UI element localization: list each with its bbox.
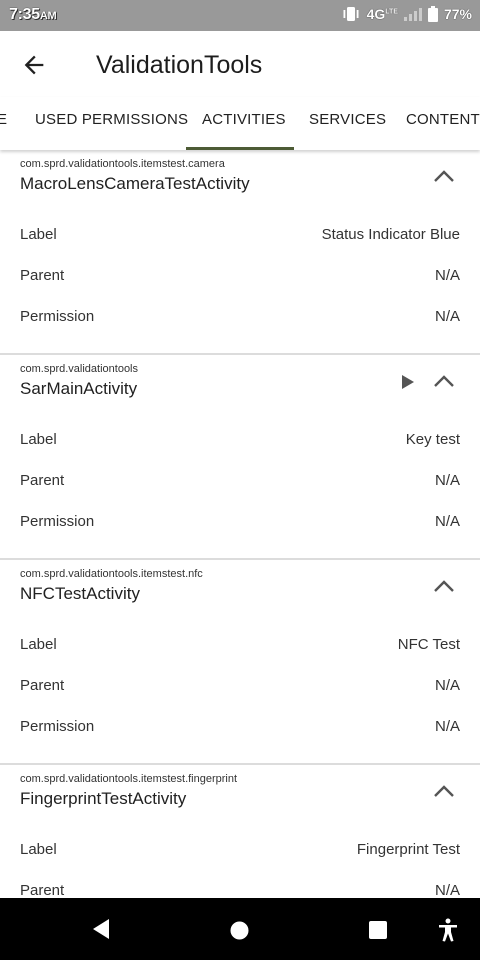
vibrate-icon xyxy=(343,7,359,21)
tab-activities[interactable]: ACTIVITIES xyxy=(202,111,286,128)
detail-value: Status Indicator Blue xyxy=(321,226,460,243)
status-time: 7:35AM xyxy=(9,6,57,24)
activity-card: com.sprd.validationtools.itemstest.camer… xyxy=(0,150,480,355)
detail-row-label: Label NFC Test xyxy=(20,636,460,656)
detail-key: Label xyxy=(20,431,57,448)
detail-key: Parent xyxy=(20,267,65,284)
tab-indicator xyxy=(186,147,294,150)
collapse-chevron-icon[interactable] xyxy=(432,374,456,388)
detail-row-parent: Parent N/A xyxy=(20,677,460,697)
activity-package: com.sprd.validationtools.itemstest.finge… xyxy=(20,773,238,785)
status-icons: 4GLTE 77% xyxy=(341,6,472,22)
battery-icon xyxy=(427,6,438,22)
status-time-ampm: AM xyxy=(39,10,57,22)
detail-value: NFC Test xyxy=(397,636,460,653)
detail-key: Permission xyxy=(20,718,95,735)
activity-card: com.sprd.validationtools.itemstest.finge… xyxy=(0,765,480,898)
detail-key: Label xyxy=(20,636,57,653)
activity-package: com.sprd.validationtools.itemstest.nfc xyxy=(20,568,203,580)
accessibility-icon[interactable] xyxy=(437,918,459,942)
detail-row-parent: Parent N/A xyxy=(20,267,460,287)
detail-key: Parent xyxy=(20,472,65,489)
detail-value: N/A xyxy=(434,267,460,284)
signal-icon xyxy=(403,8,422,21)
detail-value: N/A xyxy=(434,513,460,530)
network-type: 4GLTE xyxy=(367,6,398,22)
tab-services[interactable]: SERVICES xyxy=(309,111,386,128)
nav-recents-icon[interactable] xyxy=(368,920,388,940)
detail-row-label: Label Key test xyxy=(20,431,460,451)
nav-home-icon[interactable] xyxy=(230,921,249,940)
collapse-chevron-icon[interactable] xyxy=(432,169,456,183)
detail-value: N/A xyxy=(434,718,460,735)
detail-value: N/A xyxy=(434,472,460,489)
tab-used-permissions[interactable]: USED PERMISSIONS xyxy=(35,111,188,128)
detail-key: Permission xyxy=(20,513,95,530)
network-type-label: 4G xyxy=(366,6,386,22)
activity-name: FingerprintTestActivity xyxy=(20,789,187,808)
activity-package: com.sprd.validationtools.itemstest.camer… xyxy=(20,158,225,170)
navigation-bar xyxy=(0,898,480,960)
activity-name: MacroLensCameraTestActivity xyxy=(20,174,250,193)
tab-content-providers[interactable]: CONTENT P xyxy=(406,111,480,128)
activity-package: com.sprd.validationtools xyxy=(20,363,139,375)
page-title: ValidationTools xyxy=(96,51,263,79)
detail-row-permission: Permission N/A xyxy=(20,513,460,533)
status-time-value: 7:35 xyxy=(9,6,40,23)
tab-partial-left[interactable]: E xyxy=(0,111,7,128)
nav-back-icon[interactable] xyxy=(91,917,111,941)
collapse-chevron-icon[interactable] xyxy=(432,784,456,798)
detail-row-parent: Parent N/A xyxy=(20,882,460,898)
activity-name: SarMainActivity xyxy=(20,379,138,398)
activities-list[interactable]: com.sprd.validationtools.itemstest.camer… xyxy=(0,150,480,898)
detail-value: N/A xyxy=(434,308,460,325)
battery-percent: 77% xyxy=(443,6,472,22)
detail-row-parent: Parent N/A xyxy=(20,472,460,492)
status-bar: 7:35AM 4GLTE 77% xyxy=(0,0,480,31)
detail-value: Key test xyxy=(405,431,460,448)
detail-row-permission: Permission N/A xyxy=(20,718,460,738)
detail-key: Permission xyxy=(20,308,95,325)
detail-key: Parent xyxy=(20,882,65,898)
detail-key: Label xyxy=(20,841,57,858)
detail-key: Parent xyxy=(20,677,65,694)
detail-value: N/A xyxy=(434,882,460,898)
detail-key: Label xyxy=(20,226,57,243)
network-type-sup: LTE xyxy=(385,8,398,16)
app-bar: ValidationTools xyxy=(0,31,480,97)
launch-play-icon[interactable] xyxy=(401,375,415,389)
detail-row-permission: Permission N/A xyxy=(20,308,460,328)
back-arrow-icon[interactable] xyxy=(20,51,48,79)
detail-value: Fingerprint Test xyxy=(356,841,460,858)
activity-card: com.sprd.validationtools SarMainActivity… xyxy=(0,355,480,560)
detail-row-label: Label Fingerprint Test xyxy=(20,841,460,861)
tab-bar: E USED PERMISSIONS ACTIVITIES SERVICES C… xyxy=(0,97,480,150)
detail-value: N/A xyxy=(434,677,460,694)
activity-card: com.sprd.validationtools.itemstest.nfc N… xyxy=(0,560,480,765)
collapse-chevron-icon[interactable] xyxy=(432,579,456,593)
activity-name: NFCTestActivity xyxy=(20,584,140,603)
detail-row-label: Label Status Indicator Blue xyxy=(20,226,460,246)
